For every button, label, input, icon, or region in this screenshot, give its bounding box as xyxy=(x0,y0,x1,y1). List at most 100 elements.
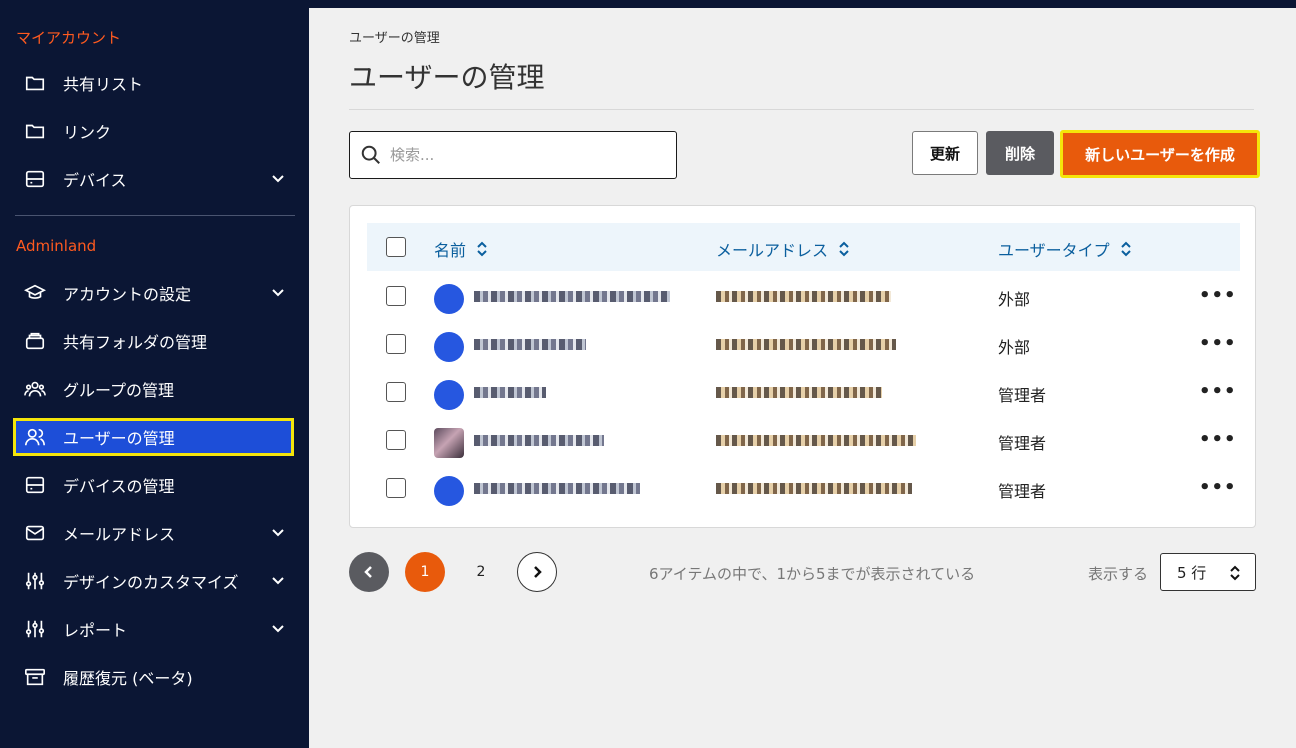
sort-icon[interactable] xyxy=(476,240,488,258)
sidebar-item-email-addresses[interactable]: メールアドレス xyxy=(13,514,294,552)
page-title: ユーザーの管理 xyxy=(349,61,545,94)
refresh-button[interactable]: 更新 xyxy=(912,131,978,175)
more-options-button[interactable]: ••• xyxy=(1199,285,1237,306)
device-icon xyxy=(23,167,47,191)
sidebar-item-shared-lists[interactable]: 共有リスト xyxy=(13,64,294,102)
user-email-redacted xyxy=(716,291,891,302)
title-divider xyxy=(349,109,1254,110)
user-name-redacted xyxy=(474,483,640,494)
user-email-redacted xyxy=(716,435,916,446)
device-icon xyxy=(23,473,47,497)
user-type: 管理者 xyxy=(998,482,1047,501)
folder-icon xyxy=(23,71,47,95)
user-name-redacted xyxy=(474,339,586,350)
column-header-name[interactable]: 名前 xyxy=(434,237,488,261)
more-options-button[interactable]: ••• xyxy=(1199,429,1237,450)
sort-icon[interactable] xyxy=(838,240,850,258)
sidebar-item-label: グループの管理 xyxy=(63,381,175,400)
section-title-adminland: Adminland xyxy=(16,237,97,255)
sidebar-item-label: デバイス xyxy=(63,171,127,190)
sidebar-item-label: メールアドレス xyxy=(63,525,176,544)
column-header-email[interactable]: メールアドレス xyxy=(716,237,850,261)
chevron-down-icon[interactable] xyxy=(270,170,286,186)
top-bar xyxy=(309,0,1296,8)
search-input[interactable] xyxy=(390,146,660,164)
more-options-button[interactable]: ••• xyxy=(1199,477,1237,498)
sidebar-divider xyxy=(15,215,295,216)
mail-icon xyxy=(23,521,47,545)
sidebar-item-shared-folders[interactable]: 共有フォルダの管理 xyxy=(13,322,294,360)
sidebar-item-label: 履歴復元 (ベータ) xyxy=(63,669,193,688)
create-user-button[interactable]: 新しいユーザーを作成 xyxy=(1060,130,1260,178)
user-name-redacted xyxy=(474,291,670,302)
sidebar-item-user-management[interactable]: ユーザーの管理 xyxy=(13,418,294,456)
table-row[interactable]: 外部 ••• xyxy=(367,272,1240,320)
section-title-my-account: マイアカウント xyxy=(16,29,122,47)
users-icon xyxy=(23,425,47,449)
graduation-cap-icon xyxy=(23,281,47,305)
sort-icon xyxy=(1230,565,1240,581)
user-email-redacted xyxy=(716,483,912,494)
page-1-button[interactable]: 1 xyxy=(405,552,445,592)
breadcrumb[interactable]: ユーザーの管理 xyxy=(349,27,440,46)
user-email-redacted xyxy=(716,339,896,350)
sidebar-item-label: デバイスの管理 xyxy=(63,477,175,496)
sidebar-item-label: リンク xyxy=(63,123,112,142)
table-header: 名前 メールアドレス ユーザータイプ xyxy=(367,223,1240,271)
table-row[interactable]: 外部 ••• xyxy=(367,320,1240,368)
sort-icon[interactable] xyxy=(1120,240,1132,258)
more-options-button[interactable]: ••• xyxy=(1199,333,1237,354)
chevron-down-icon[interactable] xyxy=(270,620,286,636)
delete-button[interactable]: 削除 xyxy=(986,131,1054,175)
sidebar-item-label: レポート xyxy=(63,621,128,640)
sidebar-item-label: アカウントの設定 xyxy=(63,285,192,304)
sidebar-item-label: 共有リスト xyxy=(63,75,144,94)
sidebar-item-devices[interactable]: デバイス xyxy=(13,160,294,198)
row-checkbox[interactable] xyxy=(386,478,406,498)
row-checkbox[interactable] xyxy=(386,286,406,306)
table-row[interactable]: 管理者 ••• xyxy=(367,368,1240,416)
table-row[interactable]: 管理者 ••• xyxy=(367,416,1240,464)
next-page-button[interactable] xyxy=(517,552,557,592)
avatar xyxy=(434,332,464,362)
chevron-down-icon[interactable] xyxy=(270,524,286,540)
avatar xyxy=(434,284,464,314)
sidebar: マイアカウント 共有リスト リンク デバイス Adminland アカウントの設… xyxy=(0,0,309,748)
sliders-icon xyxy=(23,617,47,641)
group-icon xyxy=(23,377,47,401)
more-options-button[interactable]: ••• xyxy=(1199,381,1237,402)
user-type: 管理者 xyxy=(998,386,1047,405)
sidebar-item-design-customize[interactable]: デザインのカスタマイズ xyxy=(13,562,294,600)
previous-page-button[interactable] xyxy=(349,552,389,592)
sidebar-item-reports[interactable]: レポート xyxy=(13,610,294,648)
page-2-button[interactable]: 2 xyxy=(461,552,501,592)
sidebar-item-groups[interactable]: グループの管理 xyxy=(13,370,294,408)
search-box[interactable] xyxy=(349,131,677,179)
user-name-redacted xyxy=(474,435,604,446)
sidebar-item-label: デザインのカスタマイズ xyxy=(63,573,239,592)
user-name-redacted xyxy=(474,387,546,398)
search-icon xyxy=(361,145,380,164)
chevron-down-icon[interactable] xyxy=(270,284,286,300)
sidebar-item-device-management[interactable]: デバイスの管理 xyxy=(13,466,294,504)
row-checkbox[interactable] xyxy=(386,334,406,354)
chevron-left-icon xyxy=(364,566,372,578)
sidebar-item-links[interactable]: リンク xyxy=(13,112,294,150)
column-header-user-type[interactable]: ユーザータイプ xyxy=(998,237,1132,261)
sidebar-item-history-restore[interactable]: 履歴復元 (ベータ) xyxy=(13,658,294,696)
table-row[interactable]: 管理者 ••• xyxy=(367,464,1240,512)
rows-per-page-select[interactable]: 5 行 xyxy=(1160,553,1256,591)
row-checkbox[interactable] xyxy=(386,382,406,402)
shared-folder-icon xyxy=(23,329,47,353)
pagination-info: 6アイテムの中で、1から5までが表示されている xyxy=(649,565,976,583)
chevron-down-icon[interactable] xyxy=(270,572,286,588)
sidebar-item-label: 共有フォルダの管理 xyxy=(63,333,208,352)
row-checkbox[interactable] xyxy=(386,430,406,450)
select-all-checkbox[interactable] xyxy=(386,237,406,257)
avatar xyxy=(434,428,464,458)
users-table: 名前 メールアドレス ユーザータイプ 外部 ••• 外部 ••• 管理者 •••… xyxy=(349,205,1256,528)
archive-icon xyxy=(23,665,47,689)
user-type: 管理者 xyxy=(998,434,1047,453)
sidebar-item-account-settings[interactable]: アカウントの設定 xyxy=(13,274,294,312)
folder-icon xyxy=(23,119,47,143)
